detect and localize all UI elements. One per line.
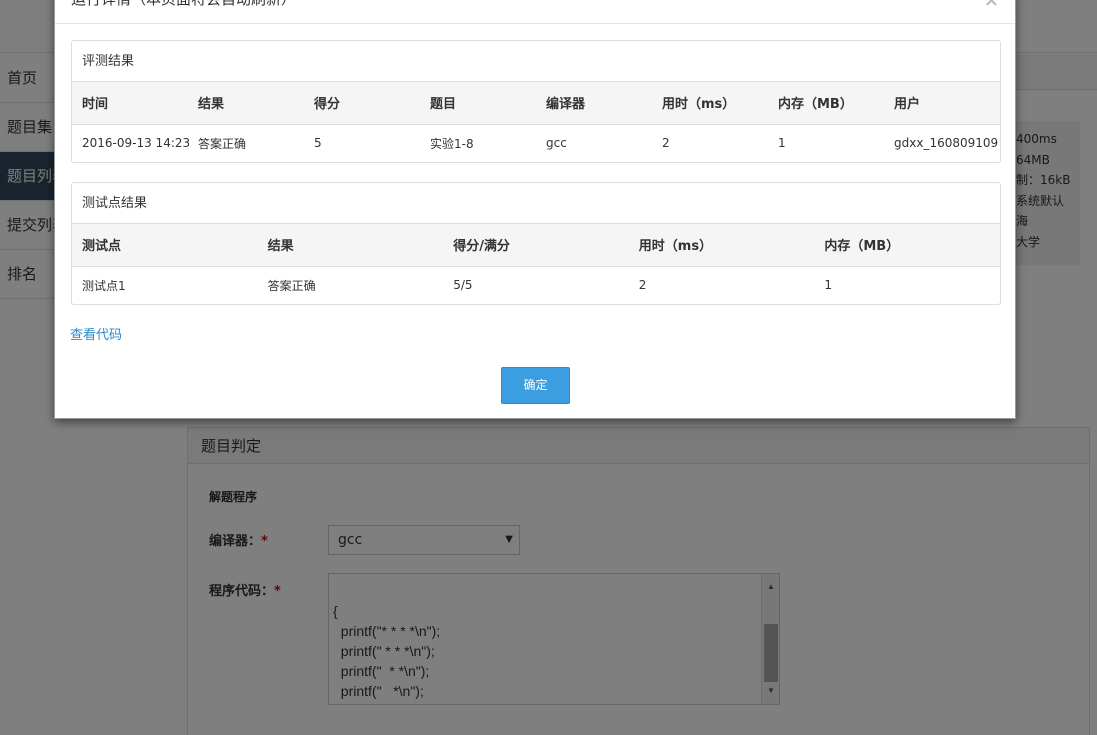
close-icon[interactable]: × [984,0,999,11]
testcase-result-panel: 测试点结果 测试点 结果 得分/满分 用时（ms） 内存（MB） 测试点1 答案… [71,182,1001,305]
view-code-link[interactable]: 查看代码 [70,324,122,343]
cell-compiler: gcc [546,136,567,151]
col-result: 结果 [257,224,444,267]
cell-score: 5 [314,136,322,151]
cell-testcase: 测试点1 [82,278,126,293]
testcase-result-title: 测试点结果 [72,183,1000,224]
col-memory-mb: 内存（MB） [814,224,1000,267]
cell-score: 5/5 [453,278,473,293]
col-time-ms: 用时（ms） [652,82,768,125]
col-score-full: 得分/满分 [443,224,629,267]
col-time: 时间 [72,82,188,125]
cell-result: 答案正确 [198,136,247,151]
col-testcase: 测试点 [72,224,258,267]
table-header-row: 测试点 结果 得分/满分 用时（ms） 内存（MB） [72,224,1000,267]
cell-time-ms: 2 [638,278,647,293]
judge-result-title: 评测结果 [72,41,1000,82]
cell-memory-mb: 1 [778,136,786,151]
cell-time: 2016-09-13 14:23 [82,136,191,151]
table-header-row: 时间 结果 得分 题目 编译器 用时（ms） 内存（MB） 用户 [72,82,1000,125]
run-details-modal: 运行详情（本页面将会自动刷新） × 评测结果 时间 结果 得分 题目 编译器 用… [54,0,1016,419]
col-memory-mb: 内存（MB） [768,82,884,125]
modal-title: 运行详情（本页面将会自动刷新） [71,0,296,9]
judge-result-table: 时间 结果 得分 题目 编译器 用时（ms） 内存（MB） 用户 2016-09… [72,82,1000,162]
judge-result-panel: 评测结果 时间 结果 得分 题目 编译器 用时（ms） 内存（MB） 用户 20… [71,40,1001,163]
testcase-result-table: 测试点 结果 得分/满分 用时（ms） 内存（MB） 测试点1 答案正确 5/5… [72,224,1000,304]
col-score: 得分 [304,82,420,125]
cell-memory-mb: 1 [824,278,833,293]
col-user: 用户 [884,82,1000,125]
cell-result: 答案正确 [267,278,316,293]
modal-header: 运行详情（本页面将会自动刷新） × [55,0,1015,24]
col-compiler: 编译器 [536,82,652,125]
table-row: 测试点1 答案正确 5/5 2 1 [72,266,1000,304]
col-result: 结果 [188,82,304,125]
cell-time-ms: 2 [662,136,670,151]
problem-link[interactable]: 实验1-8 [420,124,536,162]
col-problem: 题目 [420,82,536,125]
confirm-button[interactable]: 确定 [501,367,570,404]
table-row: 2016-09-13 14:23 答案正确 5 实验1-8 gcc 2 1 gd… [72,124,1000,162]
col-time-ms: 用时（ms） [628,224,815,267]
cell-user: gdxx_160809109 [894,136,999,151]
